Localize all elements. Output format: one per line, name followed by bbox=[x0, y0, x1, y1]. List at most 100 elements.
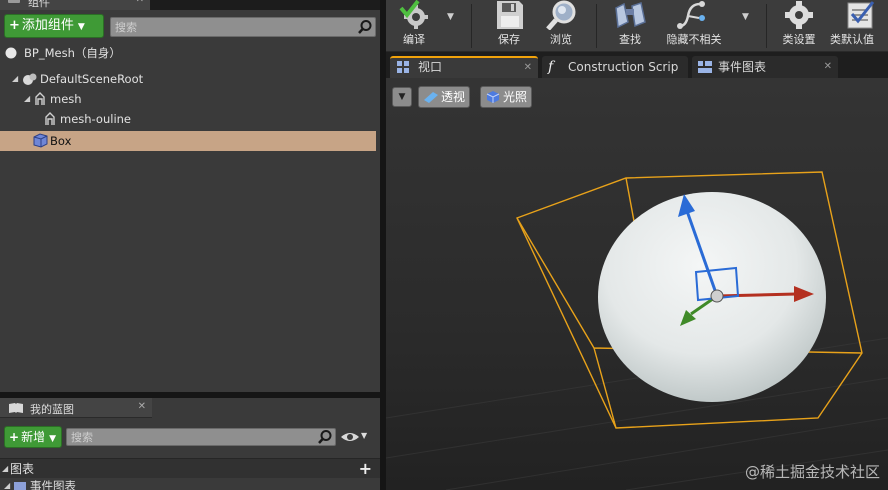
tab-viewport-label: 视口 bbox=[418, 60, 443, 74]
self-item[interactable]: BP_Mesh（自身） bbox=[0, 43, 376, 63]
main-toolbar: 编译 ▼ 保存 浏览 查找 隐藏不相关 ▼ 类设置 类默认值 bbox=[386, 0, 888, 52]
my-blueprint-tab-label: 我的蓝图 bbox=[30, 403, 74, 416]
plus-icon: + bbox=[9, 18, 20, 33]
event-graph-icon bbox=[698, 61, 712, 73]
class-defaults-label: 类默认值 bbox=[830, 33, 874, 46]
compile-gear-check-icon bbox=[399, 0, 428, 29]
add-new-label: 新增 bbox=[21, 430, 46, 444]
class-defaults-button[interactable]: 类默认值 bbox=[830, 0, 888, 52]
tree-item-box[interactable]: Box bbox=[0, 131, 376, 151]
compile-options-chevron-icon[interactable]: ▼ bbox=[447, 12, 454, 22]
collapse-arrow-icon[interactable]: ◢ bbox=[4, 479, 10, 490]
toolbar-separator bbox=[596, 4, 597, 48]
add-component-label: 添加组件 bbox=[21, 18, 74, 33]
collapse-arrow-icon[interactable]: ◢ bbox=[2, 459, 8, 479]
tab-viewport[interactable]: 视口 ✕ bbox=[390, 56, 538, 78]
hide-unrelated-button[interactable]: 隐藏不相关 bbox=[658, 0, 730, 52]
gizmo-center[interactable] bbox=[710, 289, 724, 303]
tree-item-label: Box bbox=[50, 134, 72, 148]
class-settings-button[interactable]: 类设置 bbox=[772, 0, 826, 52]
expand-arrow-icon[interactable]: ◢ bbox=[24, 89, 30, 109]
component-search-input[interactable] bbox=[111, 18, 375, 36]
toolbar-separator bbox=[766, 4, 767, 48]
chevron-down-icon: ▼ bbox=[77, 22, 85, 32]
tab-event-graph[interactable]: 事件图表 ✕ bbox=[692, 56, 838, 78]
blueprint-self-icon bbox=[5, 47, 17, 59]
close-icon[interactable]: ✕ bbox=[524, 58, 532, 77]
find-binoculars-icon bbox=[615, 2, 646, 29]
chevron-down-icon: ▼ bbox=[398, 92, 406, 102]
tree-item-label: mesh-ouline bbox=[60, 112, 131, 126]
eye-icon bbox=[341, 433, 359, 441]
event-graph-icon bbox=[14, 482, 26, 490]
tree-item-defaultsceneroot[interactable]: ◢ DefaultSceneRoot bbox=[0, 69, 376, 89]
perspective-label: 透视 bbox=[441, 90, 466, 104]
toolbar-separator bbox=[471, 4, 472, 48]
viewport[interactable]: ▼ 透视 光照 @稀土掘金技术社区 bbox=[386, 78, 888, 490]
find-button[interactable]: 查找 bbox=[604, 0, 656, 52]
viewport-scene[interactable] bbox=[386, 78, 888, 490]
event-graph-item[interactable]: ◢ 事件图表 bbox=[0, 479, 380, 490]
tab-construction-script[interactable]: f Construction Scrip bbox=[542, 56, 688, 78]
expand-arrow-icon[interactable]: ◢ bbox=[12, 69, 18, 89]
components-tab-icon bbox=[8, 0, 20, 3]
tab-components[interactable]: 组件 ✕ bbox=[0, 0, 150, 10]
my-blueprint-panel: 我的蓝图 ✕ +新增▼ ▼ ◢ 图表 + ◢ 事件图表 bbox=[0, 398, 380, 490]
search-icon[interactable] bbox=[357, 19, 373, 35]
graphs-label: 图表 bbox=[10, 462, 35, 476]
blueprint-search-input[interactable] bbox=[67, 429, 335, 445]
function-icon: f bbox=[548, 59, 554, 75]
browse-button[interactable]: 浏览 bbox=[536, 0, 586, 52]
save-button[interactable]: 保存 bbox=[484, 0, 534, 52]
document-tab-bar: 视口 ✕ f Construction Scrip 事件图表 ✕ bbox=[386, 52, 888, 78]
compile-button[interactable]: 编译 bbox=[386, 0, 442, 52]
tree-item-label: DefaultSceneRoot bbox=[40, 72, 144, 86]
blueprint-book-icon bbox=[9, 403, 23, 413]
add-graph-icon[interactable]: + bbox=[359, 459, 372, 479]
static-mesh-icon bbox=[45, 112, 55, 125]
components-panel: +添加组件▼ BP_Mesh（自身） ◢ DefaultSceneRoot ◢ … bbox=[0, 10, 380, 392]
add-new-button[interactable]: + 新增 ▼ bbox=[4, 426, 62, 448]
graphs-section[interactable]: ◢ 图表 + bbox=[0, 458, 380, 478]
browse-label: 浏览 bbox=[550, 33, 572, 46]
lit-cube-icon bbox=[486, 91, 500, 103]
search-icon[interactable] bbox=[317, 429, 333, 445]
compile-label: 编译 bbox=[403, 33, 425, 46]
class-settings-label: 类设置 bbox=[782, 33, 816, 46]
plus-icon: + bbox=[9, 430, 20, 444]
lighting-label: 光照 bbox=[503, 90, 528, 104]
gizmo-x-axis[interactable] bbox=[716, 292, 797, 298]
tree-item-mesh-ouline[interactable]: mesh-ouline bbox=[0, 109, 376, 129]
box-collision-icon bbox=[33, 133, 48, 148]
tab-event-graph-label: 事件图表 bbox=[718, 60, 767, 74]
blueprint-search[interactable] bbox=[66, 428, 336, 446]
watermark: @稀土掘金技术社区 bbox=[744, 463, 880, 481]
perspective-button[interactable]: 透视 bbox=[418, 86, 471, 108]
viewport-toolbar: ▼ 透视 光照 bbox=[386, 78, 888, 112]
scene-root-icon bbox=[23, 73, 37, 85]
viewport-options-button[interactable]: ▼ bbox=[392, 87, 412, 107]
lighting-button[interactable]: 光照 bbox=[480, 86, 533, 108]
components-tab-label: 组件 bbox=[28, 0, 50, 9]
view-options-button[interactable]: ▼ bbox=[340, 428, 372, 446]
chevron-down-icon: ▼ bbox=[49, 434, 56, 444]
event-graph-label: 事件图表 bbox=[30, 479, 76, 490]
save-floppy-icon bbox=[497, 1, 523, 29]
hide-unrelated-icon bbox=[677, 1, 705, 29]
tab-my-blueprint[interactable]: 我的蓝图 ✕ bbox=[0, 398, 152, 418]
close-icon[interactable]: ✕ bbox=[824, 56, 832, 78]
add-component-button[interactable]: + 添加组件 ▼ bbox=[4, 14, 104, 38]
close-icon[interactable]: ✕ bbox=[138, 401, 146, 412]
hide-unrelated-chevron-icon[interactable]: ▼ bbox=[742, 12, 749, 22]
tree-item-mesh[interactable]: ◢ mesh bbox=[0, 89, 376, 109]
self-item-label: BP_Mesh（自身） bbox=[24, 46, 121, 60]
component-search[interactable] bbox=[110, 17, 376, 37]
save-label: 保存 bbox=[498, 33, 520, 46]
static-mesh-icon bbox=[35, 92, 45, 105]
tree-item-label: mesh bbox=[50, 92, 82, 106]
hide-unrelated-label: 隐藏不相关 bbox=[666, 33, 722, 46]
close-icon[interactable]: ✕ bbox=[136, 0, 144, 5]
chevron-down-icon: ▼ bbox=[361, 431, 368, 440]
tab-construction-script-label: Construction Scrip bbox=[568, 60, 679, 74]
find-label: 查找 bbox=[619, 33, 641, 46]
